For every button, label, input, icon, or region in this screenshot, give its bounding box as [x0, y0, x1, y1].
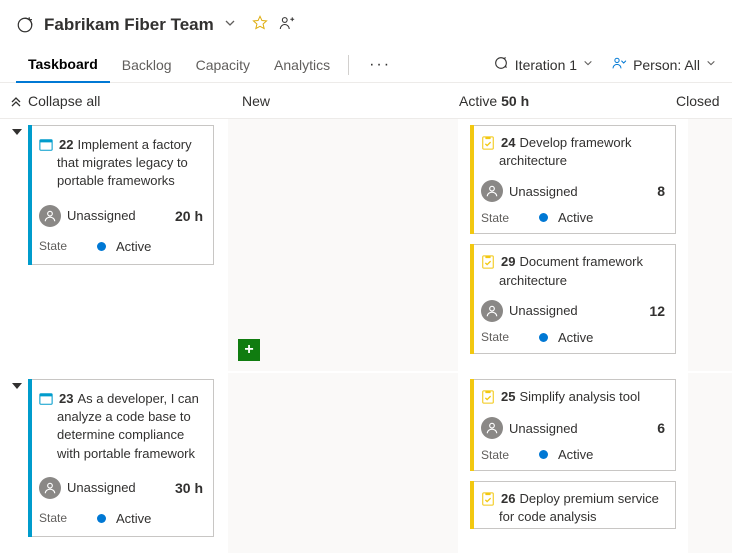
tab-divider: [348, 55, 349, 75]
iteration-label: Iteration 1: [515, 57, 577, 73]
card-title: 24Develop framework architecture: [499, 134, 665, 170]
assignee-label[interactable]: Unassigned: [67, 480, 169, 495]
tab-label: Capacity: [196, 57, 250, 73]
tab-label: Taskboard: [28, 56, 98, 72]
state-label: State: [481, 448, 529, 462]
assignee-label[interactable]: Unassigned: [67, 208, 169, 223]
unassigned-avatar-icon: [481, 180, 503, 202]
tab-overflow-button[interactable]: ···: [355, 56, 405, 74]
unassigned-avatar-icon: [39, 477, 61, 499]
task-icon: [481, 136, 495, 153]
state-value: Active: [558, 330, 593, 345]
card-title: 29Document framework architecture: [499, 253, 665, 289]
state-value: Active: [116, 511, 151, 526]
new-column-dropzone[interactable]: [228, 373, 458, 553]
unassigned-avatar-icon: [481, 300, 503, 322]
remaining-hours: 6: [657, 420, 665, 436]
card-title: 26Deploy premium service for code analys…: [499, 490, 665, 526]
remaining-hours: 8: [657, 183, 665, 199]
team-members-icon[interactable]: [278, 14, 296, 35]
state-value: Active: [116, 239, 151, 254]
state-dot-icon: [539, 213, 548, 222]
state-label: State: [39, 239, 87, 253]
tab-analytics[interactable]: Analytics: [262, 47, 342, 83]
card-title: 22Implement a factory that migrates lega…: [57, 136, 203, 191]
assignee-label[interactable]: Unassigned: [509, 184, 651, 199]
state-label: State: [481, 330, 529, 344]
chevron-down-icon: [706, 58, 716, 71]
state-value: Active: [558, 210, 593, 225]
tab-backlog[interactable]: Backlog: [110, 47, 184, 83]
column-header-closed: Closed: [662, 83, 732, 118]
chevron-down-icon[interactable]: [224, 17, 236, 32]
collapse-all-button[interactable]: Collapse all: [0, 83, 228, 118]
team-icon: [16, 16, 34, 34]
column-header-new: New: [228, 83, 445, 118]
state-dot-icon: [539, 333, 548, 342]
task-card[interactable]: 25Simplify analysis tool Unassigned 6 St…: [470, 379, 676, 471]
task-icon: [481, 390, 495, 407]
active-column[interactable]: 24Develop framework architecture Unassig…: [458, 119, 688, 371]
add-task-button[interactable]: +: [238, 339, 260, 361]
card-title: 23As a developer, I can analyze a code b…: [57, 390, 203, 463]
assignee-label[interactable]: Unassigned: [509, 421, 651, 436]
active-hours: 50 h: [501, 93, 529, 109]
tab-label: Backlog: [122, 57, 172, 73]
task-icon: [481, 492, 495, 509]
task-card[interactable]: 26Deploy premium service for code analys…: [470, 481, 676, 529]
state-label: State: [39, 511, 87, 525]
task-card[interactable]: 24Develop framework architecture Unassig…: [470, 125, 676, 234]
double-chevron-up-icon: [10, 95, 22, 107]
card-title: 25Simplify analysis tool: [499, 388, 640, 406]
team-name[interactable]: Fabrikam Fiber Team: [44, 15, 214, 35]
task-card[interactable]: 29Document framework architecture Unassi…: [470, 244, 676, 353]
user-story-icon: [39, 138, 53, 155]
remaining-hours: 30 h: [175, 480, 203, 496]
tab-taskboard[interactable]: Taskboard: [16, 47, 110, 83]
chevron-down-icon: [583, 58, 593, 71]
closed-column-dropzone[interactable]: [688, 119, 732, 371]
person-filter-label: Person: All: [633, 57, 700, 73]
story-card[interactable]: 22Implement a factory that migrates lega…: [28, 125, 214, 265]
story-card[interactable]: 23As a developer, I can analyze a code b…: [28, 379, 214, 537]
star-icon[interactable]: [252, 15, 268, 34]
assignee-label[interactable]: Unassigned: [509, 303, 643, 318]
state-label: State: [481, 211, 529, 225]
collapse-all-label: Collapse all: [28, 93, 100, 109]
state-dot-icon: [97, 514, 106, 523]
column-header-active: Active50 h: [445, 83, 662, 118]
sprint-icon: [493, 55, 509, 74]
state-dot-icon: [539, 450, 548, 459]
collapse-lane-handle[interactable]: [12, 129, 22, 135]
iteration-picker[interactable]: Iteration 1: [493, 55, 593, 74]
state-value: Active: [558, 447, 593, 462]
tab-label: Analytics: [274, 57, 330, 73]
person-filter[interactable]: Person: All: [611, 55, 716, 74]
user-story-icon: [39, 392, 53, 409]
new-column-dropzone[interactable]: +: [228, 119, 458, 371]
task-icon: [481, 255, 495, 272]
unassigned-avatar-icon: [39, 205, 61, 227]
remaining-hours: 12: [649, 303, 665, 319]
collapse-lane-handle[interactable]: [12, 383, 22, 389]
tab-capacity[interactable]: Capacity: [184, 47, 262, 83]
active-column[interactable]: 25Simplify analysis tool Unassigned 6 St…: [458, 373, 688, 553]
state-dot-icon: [97, 242, 106, 251]
person-icon: [611, 55, 627, 74]
unassigned-avatar-icon: [481, 417, 503, 439]
closed-column-dropzone[interactable]: [688, 373, 732, 553]
remaining-hours: 20 h: [175, 208, 203, 224]
